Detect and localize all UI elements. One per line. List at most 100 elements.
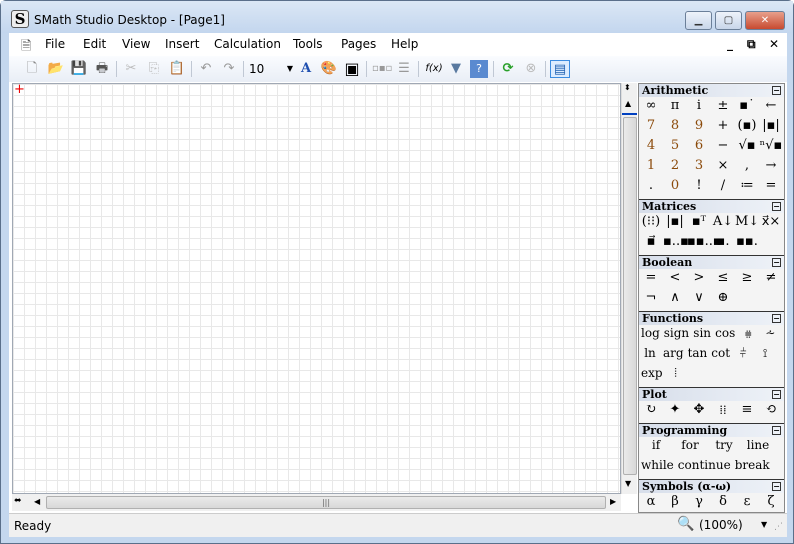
palette-item[interactable]: 2 (663, 158, 687, 178)
help-icon[interactable]: ? (470, 60, 488, 78)
scroll-left-icon[interactable]: ◀ (34, 497, 40, 506)
palette-item[interactable]: ⊕ (711, 290, 735, 310)
worksheet-canvas[interactable]: + (12, 83, 621, 494)
palette-item[interactable]: , (735, 158, 759, 178)
palette-item[interactable]: ln (639, 346, 661, 366)
palette-item[interactable]: ∧ (663, 290, 687, 310)
palette-item[interactable]: break (733, 458, 772, 478)
toggle-panel-icon[interactable]: ▤ (550, 60, 570, 78)
palette-item[interactable]: ← (759, 98, 783, 118)
collapse-icon[interactable]: − (772, 86, 781, 95)
palette-item[interactable]: > (687, 270, 711, 290)
collapse-icon[interactable]: − (772, 482, 781, 491)
palette-section-header[interactable]: Arithmetic − (639, 84, 784, 97)
undo-icon[interactable]: ↶ (197, 60, 215, 78)
palette-item[interactable]: 4 (639, 138, 663, 158)
palette-item[interactable]: ▪. (711, 234, 735, 254)
save-icon[interactable]: 💾 (70, 60, 88, 78)
palette-item[interactable]: exp (639, 366, 665, 386)
palette-color-icon[interactable]: 🎨 (320, 60, 338, 78)
collapse-icon[interactable]: − (772, 258, 781, 267)
palette-item[interactable]: (▪) (735, 118, 759, 138)
palette-section-header[interactable]: Symbols (α-ω) − (639, 480, 784, 493)
collapse-icon[interactable]: − (772, 202, 781, 211)
minimize-button[interactable]: ▁ (685, 11, 712, 30)
vertical-scroll-thumb[interactable] (623, 117, 637, 475)
palette-item[interactable]: δ (711, 494, 735, 512)
palette-item[interactable]: √▪ (735, 138, 759, 158)
palette-item[interactable]: 5 (663, 138, 687, 158)
palette-item[interactable]: 0 (663, 178, 687, 198)
palette-item[interactable]: α (639, 494, 663, 512)
palette-item[interactable]: continue (676, 458, 733, 478)
palette-section-header[interactable]: Matrices − (639, 200, 784, 213)
palette-item[interactable]: if (639, 438, 673, 458)
palette-item[interactable]: 9 (687, 118, 711, 138)
palette-item[interactable]: ζ (759, 494, 783, 512)
palette-item[interactable]: sin (691, 326, 713, 346)
palette-item[interactable]: 8 (663, 118, 687, 138)
align-horizontal-icon[interactable]: ▫▪▫ (372, 60, 392, 78)
palette-item[interactable]: ≥ (735, 270, 759, 290)
filter-icon[interactable]: ▼ (447, 60, 465, 78)
maximize-button[interactable]: ▢ (715, 11, 742, 30)
menu-tools[interactable]: Tools (293, 37, 323, 51)
palette-item[interactable]: A↓ (711, 214, 735, 234)
palette-section-header[interactable]: Boolean − (639, 256, 784, 269)
print-icon[interactable]: 🖶 (93, 60, 111, 78)
palette-item[interactable]: line (741, 438, 775, 458)
text-color-icon[interactable]: A (297, 60, 315, 78)
palette-item[interactable]: = (759, 178, 783, 198)
palette-item[interactable]: cos (713, 326, 737, 346)
palette-item[interactable]: for (673, 438, 707, 458)
palette-section-header[interactable]: Programming − (639, 424, 784, 437)
palette-item[interactable]: ↻ (639, 402, 663, 422)
palette-item[interactable]: ✦ (663, 402, 687, 422)
new-icon[interactable]: 🗋 (23, 60, 41, 78)
palette-item[interactable]: < (663, 270, 687, 290)
palette-item[interactable]: M↓ (735, 214, 759, 234)
palette-item[interactable]: 7 (639, 118, 663, 138)
palette-item[interactable]: ▪⃗ (639, 234, 663, 254)
palette-item[interactable]: |▪| (759, 118, 783, 138)
palette-item[interactable]: 1 (639, 158, 663, 178)
palette-item[interactable]: ▪▪. (735, 234, 759, 254)
palette-item[interactable]: i (687, 98, 711, 118)
menu-calculation[interactable]: Calculation (214, 37, 281, 51)
palette-section-header[interactable]: Plot − (639, 388, 784, 401)
palette-item[interactable]: ¬ (639, 290, 663, 310)
palette-item[interactable]: ≡ (735, 402, 759, 422)
palette-item[interactable]: cot (709, 346, 732, 366)
palette-item[interactable]: try (707, 438, 741, 458)
open-icon[interactable]: 📂 (47, 60, 65, 78)
menu-insert[interactable]: Insert (165, 37, 199, 51)
palette-section-header[interactable]: Functions − (639, 312, 784, 325)
palette-item[interactable]: + (711, 118, 735, 138)
palette-item[interactable]: ⩪ (759, 326, 781, 346)
palette-item[interactable]: ▪▪..▪ (687, 234, 722, 254)
zoom-level[interactable]: (100%) (699, 518, 743, 532)
palette-item[interactable]: ≠ (759, 270, 783, 290)
palette-item[interactable]: ⟟ (754, 346, 776, 366)
palette-item[interactable]: (⁝⁝) (639, 214, 663, 234)
close-button[interactable]: ✕ (745, 11, 785, 30)
split-handle-icon[interactable]: ⬍ (624, 83, 631, 92)
collapse-icon[interactable]: − (772, 314, 781, 323)
resize-grip-icon[interactable]: ⋰ (774, 522, 783, 532)
palette-item[interactable]: |▪| (663, 214, 687, 234)
palette-item[interactable]: ⦙ (665, 366, 687, 386)
palette-item[interactable]: ⁞⁞ (711, 402, 735, 422)
palette-item[interactable]: ▪˙ (735, 98, 759, 118)
vertical-scrollbar[interactable]: ⬍ ▲ ▼ (621, 83, 637, 494)
palette-item[interactable]: ∞ (639, 98, 663, 118)
menu-view[interactable]: View (122, 37, 150, 51)
menu-pages[interactable]: Pages (341, 37, 376, 51)
palette-item[interactable]: → (759, 158, 783, 178)
palette-item[interactable]: ⁿ√▪ (759, 138, 783, 158)
palette-item[interactable]: ✥ (687, 402, 711, 422)
scroll-right-icon[interactable]: ▶ (610, 497, 616, 506)
menu-file[interactable]: File (45, 37, 65, 51)
palette-item[interactable]: tan (686, 346, 710, 366)
scroll-up-icon[interactable]: ▲ (625, 99, 631, 108)
palette-item[interactable]: / (711, 178, 735, 198)
